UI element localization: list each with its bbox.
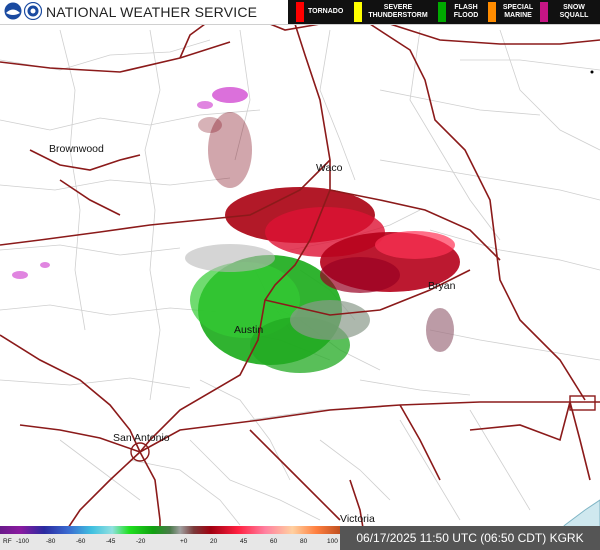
map-dot: [590, 70, 594, 74]
scale-tick: -80: [46, 538, 56, 545]
city-label-austin: Austin: [234, 324, 264, 336]
velocity-scale: RF -100 -80 -60 -45 -20 +0 20 45 60 80 1…: [0, 526, 340, 550]
flash-flood-swatch: [438, 2, 446, 22]
warning-flash-flood: FLASH FLOOD: [438, 0, 482, 24]
snow-squall-swatch: [540, 2, 548, 22]
city-label-brownwood: Brownwood: [49, 143, 104, 155]
scale-tick: 20: [210, 538, 218, 545]
scale-tick: 45: [240, 538, 248, 545]
special-marine-swatch: [488, 2, 496, 22]
warning-special-marine: SPECIAL MARINE: [488, 0, 536, 24]
velocity-color-ramp: [0, 526, 340, 534]
tornado-swatch: [296, 2, 304, 22]
city-label-waco: Waco: [316, 162, 343, 174]
scale-tick: 60: [270, 538, 278, 545]
scale-tick: 100: [327, 538, 338, 545]
noaa-logo-icon: [4, 2, 22, 20]
scale-prefix: RF: [3, 538, 12, 545]
scale-tick: -45: [106, 538, 116, 545]
warning-legend: TORNADO SEVERE THUNDERSTORM FLASH FLOOD …: [288, 0, 600, 24]
city-label-bryan: Bryan: [428, 280, 456, 292]
agency-title: NATIONAL WEATHER SERVICE: [46, 4, 258, 20]
warning-tornado: TORNADO: [296, 0, 343, 24]
scale-tick: 80: [300, 538, 308, 545]
scale-tick: +0: [180, 538, 188, 545]
city-label-san-antonio: San Antonio: [113, 432, 170, 444]
header-bar: NATIONAL WEATHER SERVICE TORNADO SEVERE …: [0, 0, 600, 25]
scale-tick: -100: [16, 538, 30, 545]
nws-logo-icon: [24, 2, 42, 20]
warning-severe-thunderstorm: SEVERE THUNDERSTORM: [354, 0, 430, 24]
warning-snow-squall: SNOW SQUALL: [540, 0, 596, 24]
scale-tick: -60: [76, 538, 86, 545]
scale-tick: -20: [136, 538, 146, 545]
city-label-victoria: Victoria: [340, 513, 375, 525]
radar-map[interactable]: [0, 0, 600, 550]
timestamp-label: 06/17/2025 11:50 UTC (06:50 CDT) KGRK: [340, 526, 600, 550]
severe-thunderstorm-swatch: [354, 2, 362, 22]
